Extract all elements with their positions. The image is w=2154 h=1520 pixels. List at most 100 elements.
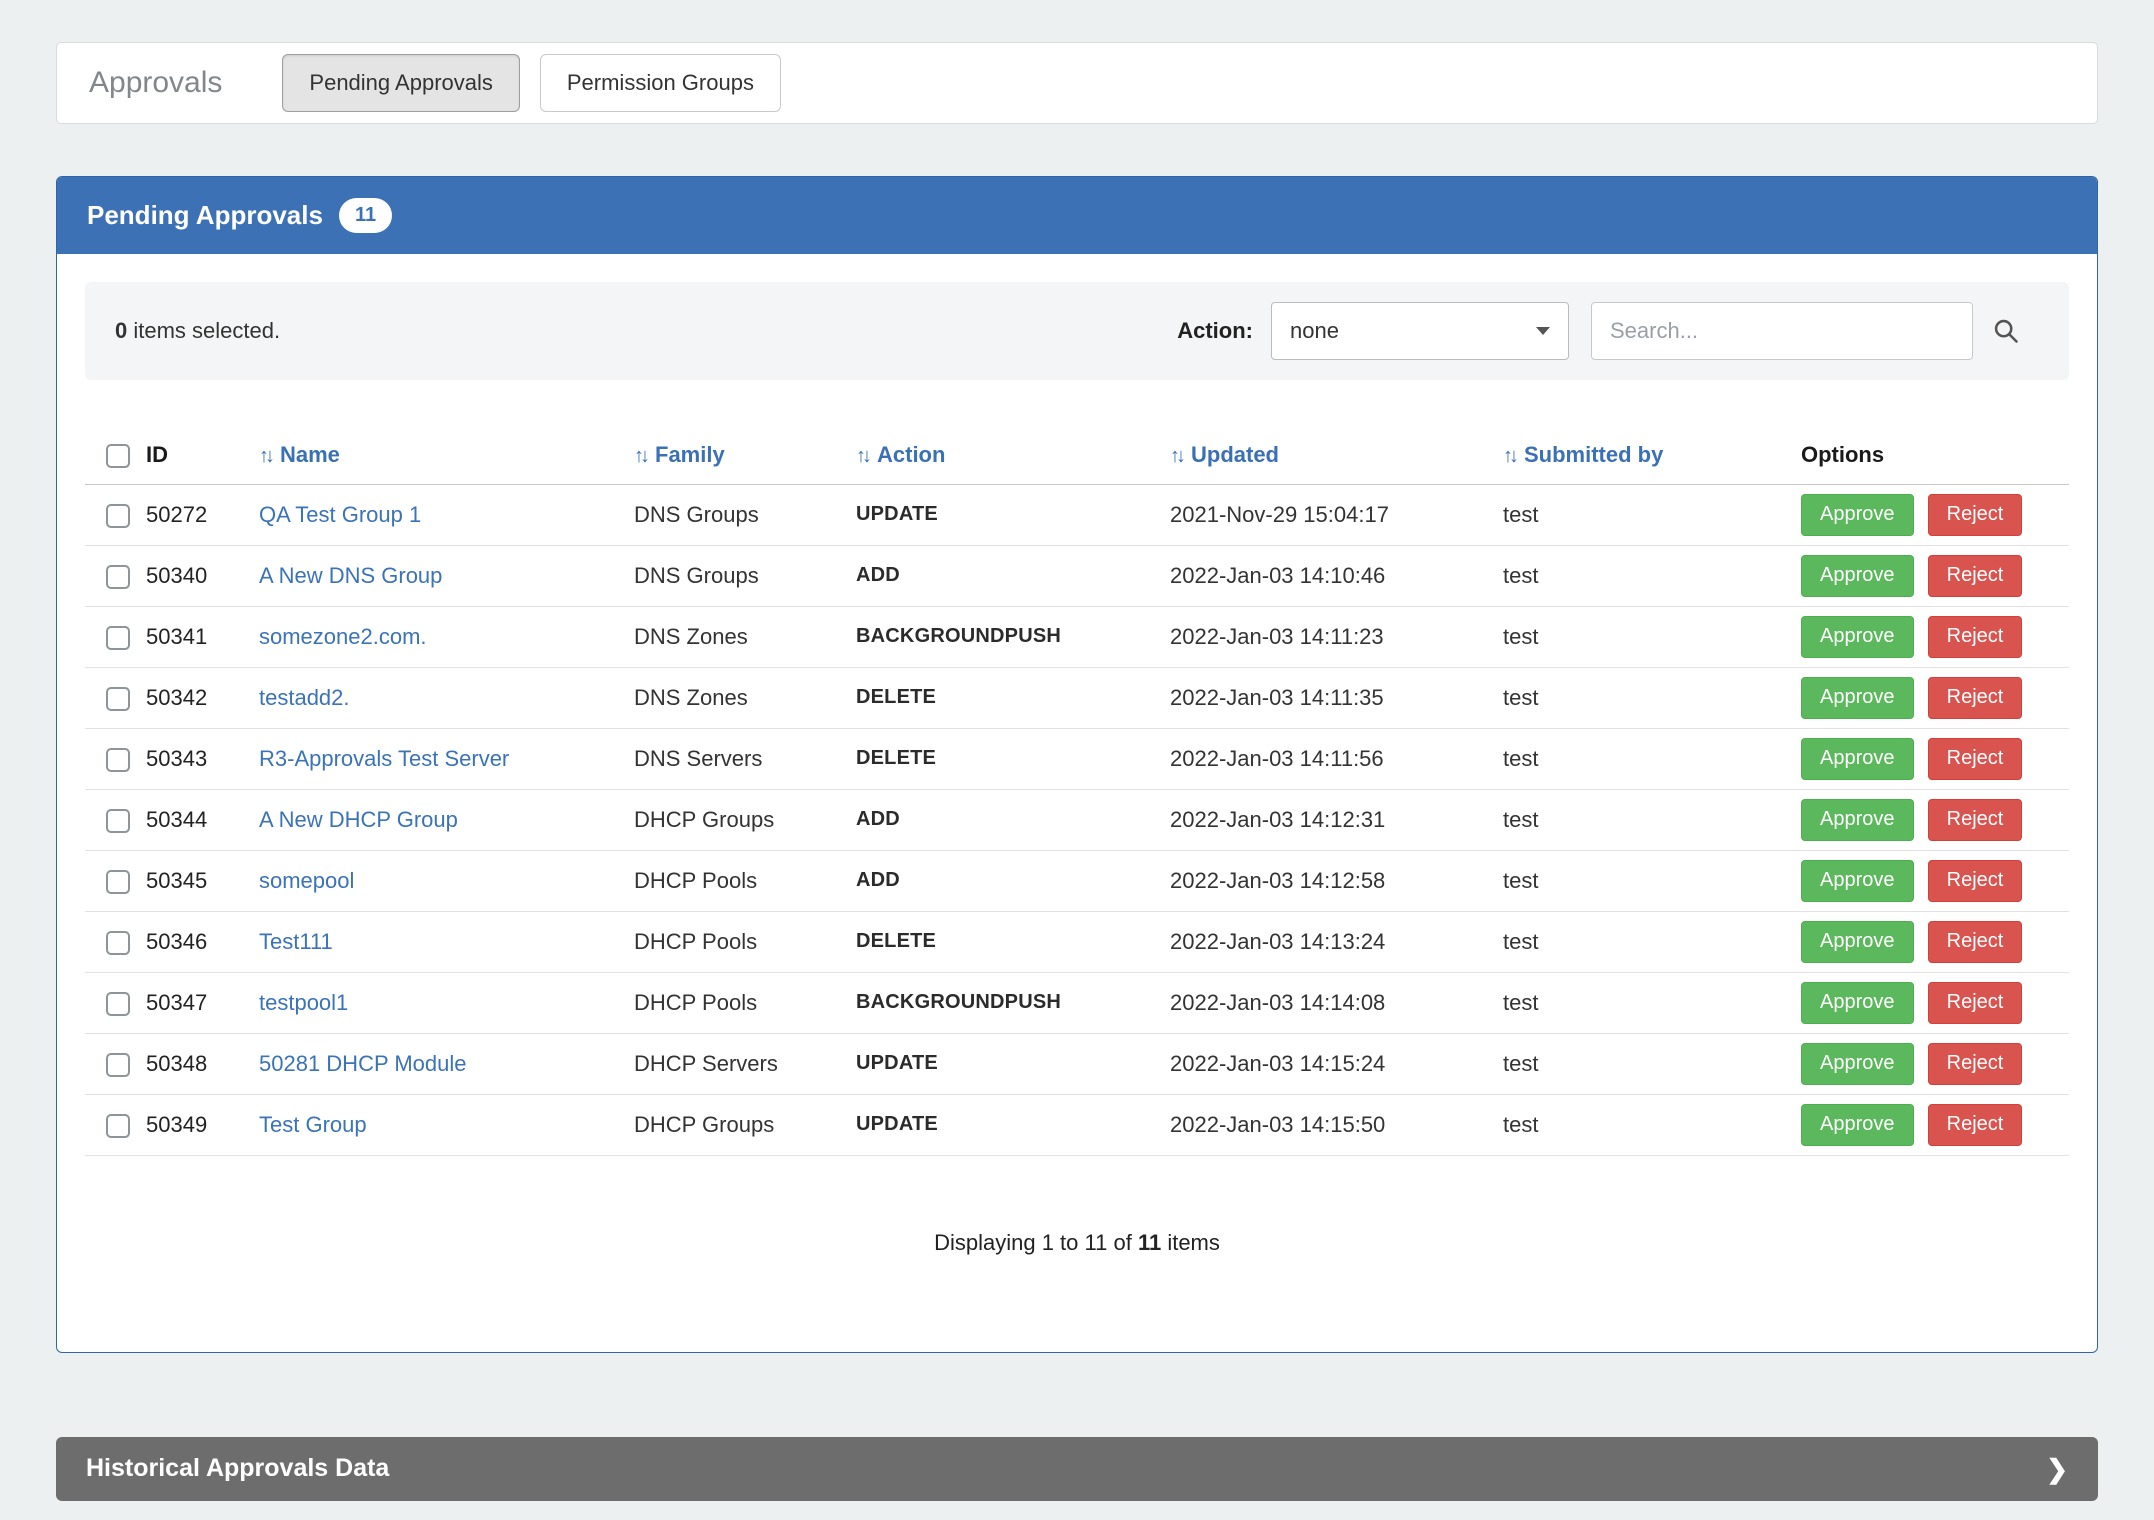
approve-button[interactable]: Approve	[1801, 1104, 1914, 1146]
row-options-cell: Approve Reject	[1801, 850, 2069, 911]
column-header-id: ID	[146, 426, 259, 484]
sort-icon: ↑↓	[1170, 445, 1182, 467]
column-header-submitted_by[interactable]: ↑↓Submitted by	[1503, 426, 1801, 484]
table-row: 50342 testadd2. DNS Zones DELETE 2022-Ja…	[85, 667, 2069, 728]
row-checkbox-cell	[85, 850, 146, 911]
row-checkbox[interactable]	[106, 504, 130, 528]
table-row: 50272 QA Test Group 1 DNS Groups UPDATE …	[85, 484, 2069, 545]
row-checkbox-cell	[85, 1033, 146, 1094]
row-name-link[interactable]: A New DNS Group	[259, 563, 442, 588]
tab-pending-approvals[interactable]: Pending Approvals	[282, 54, 519, 112]
historical-approvals-title: Historical Approvals Data	[86, 1454, 389, 1483]
action-select-value: none	[1290, 318, 1339, 344]
row-checkbox[interactable]	[106, 809, 130, 833]
row-family: DNS Servers	[634, 728, 856, 789]
approve-button[interactable]: Approve	[1801, 799, 1914, 841]
row-checkbox-cell	[85, 484, 146, 545]
row-checkbox[interactable]	[106, 687, 130, 711]
row-checkbox-cell	[85, 545, 146, 606]
tab-permission-groups[interactable]: Permission Groups	[540, 54, 781, 112]
select-all-checkbox[interactable]	[106, 444, 130, 468]
reject-button[interactable]: Reject	[1928, 677, 2023, 719]
reject-button[interactable]: Reject	[1928, 494, 2023, 536]
row-name-link[interactable]: R3-Approvals Test Server	[259, 746, 509, 771]
row-name-link[interactable]: Test Group	[259, 1112, 367, 1137]
row-name-cell: R3-Approvals Test Server	[259, 728, 634, 789]
row-action: DELETE	[856, 911, 1170, 972]
row-checkbox[interactable]	[106, 870, 130, 894]
reject-button[interactable]: Reject	[1928, 738, 2023, 780]
row-submitted-by: test	[1503, 850, 1801, 911]
historical-approvals-bar[interactable]: Historical Approvals Data ❯	[56, 1437, 2098, 1501]
pending-approvals-table: ID↑↓Name↑↓Family↑↓Action↑↓Updated↑↓Submi…	[85, 426, 2069, 1156]
approve-button[interactable]: Approve	[1801, 555, 1914, 597]
row-action: UPDATE	[856, 484, 1170, 545]
row-family: DNS Zones	[634, 667, 856, 728]
row-updated: 2022-Jan-03 14:10:46	[1170, 545, 1503, 606]
reject-button[interactable]: Reject	[1928, 921, 2023, 963]
row-checkbox[interactable]	[106, 565, 130, 589]
row-name-link[interactable]: somepool	[259, 868, 354, 893]
approve-button[interactable]: Approve	[1801, 738, 1914, 780]
row-checkbox[interactable]	[106, 626, 130, 650]
panel-header: Pending Approvals 11	[57, 177, 2097, 254]
column-header-options: Options	[1801, 426, 2069, 484]
panel-body: 0 items selected. Action: none	[57, 254, 2097, 1352]
column-header-family[interactable]: ↑↓Family	[634, 426, 856, 484]
reject-button[interactable]: Reject	[1928, 982, 2023, 1024]
approve-button[interactable]: Approve	[1801, 921, 1914, 963]
row-checkbox[interactable]	[106, 1053, 130, 1077]
row-name-link[interactable]: somezone2.com.	[259, 624, 427, 649]
search-button[interactable]	[1973, 302, 2039, 360]
approve-button[interactable]: Approve	[1801, 1043, 1914, 1085]
row-name-cell: A New DNS Group	[259, 545, 634, 606]
row-action: DELETE	[856, 728, 1170, 789]
row-name-link[interactable]: Test111	[259, 929, 333, 954]
reject-button[interactable]: Reject	[1928, 860, 2023, 902]
row-action: ADD	[856, 789, 1170, 850]
reject-button[interactable]: Reject	[1928, 1104, 2023, 1146]
column-header-updated[interactable]: ↑↓Updated	[1170, 426, 1503, 484]
row-checkbox[interactable]	[106, 931, 130, 955]
reject-button[interactable]: Reject	[1928, 616, 2023, 658]
row-id: 50340	[146, 545, 259, 606]
row-id: 50349	[146, 1094, 259, 1155]
reject-button[interactable]: Reject	[1928, 1043, 2023, 1085]
chevron-down-icon	[1536, 327, 1550, 335]
row-checkbox-cell	[85, 972, 146, 1033]
approve-button[interactable]: Approve	[1801, 616, 1914, 658]
row-submitted-by: test	[1503, 911, 1801, 972]
approve-button[interactable]: Approve	[1801, 494, 1914, 536]
row-checkbox-cell	[85, 1094, 146, 1155]
selected-count: 0	[115, 318, 127, 343]
table-row: 50346 Test111 DHCP Pools DELETE 2022-Jan…	[85, 911, 2069, 972]
row-name-link[interactable]: QA Test Group 1	[259, 502, 421, 527]
row-checkbox[interactable]	[106, 992, 130, 1016]
row-updated: 2021-Nov-29 15:04:17	[1170, 484, 1503, 545]
approve-button[interactable]: Approve	[1801, 860, 1914, 902]
approve-button[interactable]: Approve	[1801, 677, 1914, 719]
reject-button[interactable]: Reject	[1928, 555, 2023, 597]
count-badge: 11	[339, 198, 392, 233]
toolbar: 0 items selected. Action: none	[85, 282, 2069, 380]
search-input[interactable]	[1591, 302, 1973, 360]
row-submitted-by: test	[1503, 972, 1801, 1033]
row-name-link[interactable]: A New DHCP Group	[259, 807, 458, 832]
approve-button[interactable]: Approve	[1801, 982, 1914, 1024]
row-options-cell: Approve Reject	[1801, 545, 2069, 606]
row-checkbox[interactable]	[106, 1114, 130, 1138]
row-checkbox-cell	[85, 667, 146, 728]
row-updated: 2022-Jan-03 14:15:50	[1170, 1094, 1503, 1155]
row-name-link[interactable]: testpool1	[259, 990, 348, 1015]
sort-icon: ↑↓	[259, 445, 271, 467]
column-header-action[interactable]: ↑↓Action	[856, 426, 1170, 484]
reject-button[interactable]: Reject	[1928, 799, 2023, 841]
row-checkbox[interactable]	[106, 748, 130, 772]
row-updated: 2022-Jan-03 14:13:24	[1170, 911, 1503, 972]
column-header-name[interactable]: ↑↓Name	[259, 426, 634, 484]
action-select[interactable]: none	[1271, 302, 1569, 360]
row-name-link[interactable]: 50281 DHCP Module	[259, 1051, 467, 1076]
sort-icon: ↑↓	[856, 445, 868, 467]
row-name-link[interactable]: testadd2.	[259, 685, 350, 710]
row-name-cell: A New DHCP Group	[259, 789, 634, 850]
